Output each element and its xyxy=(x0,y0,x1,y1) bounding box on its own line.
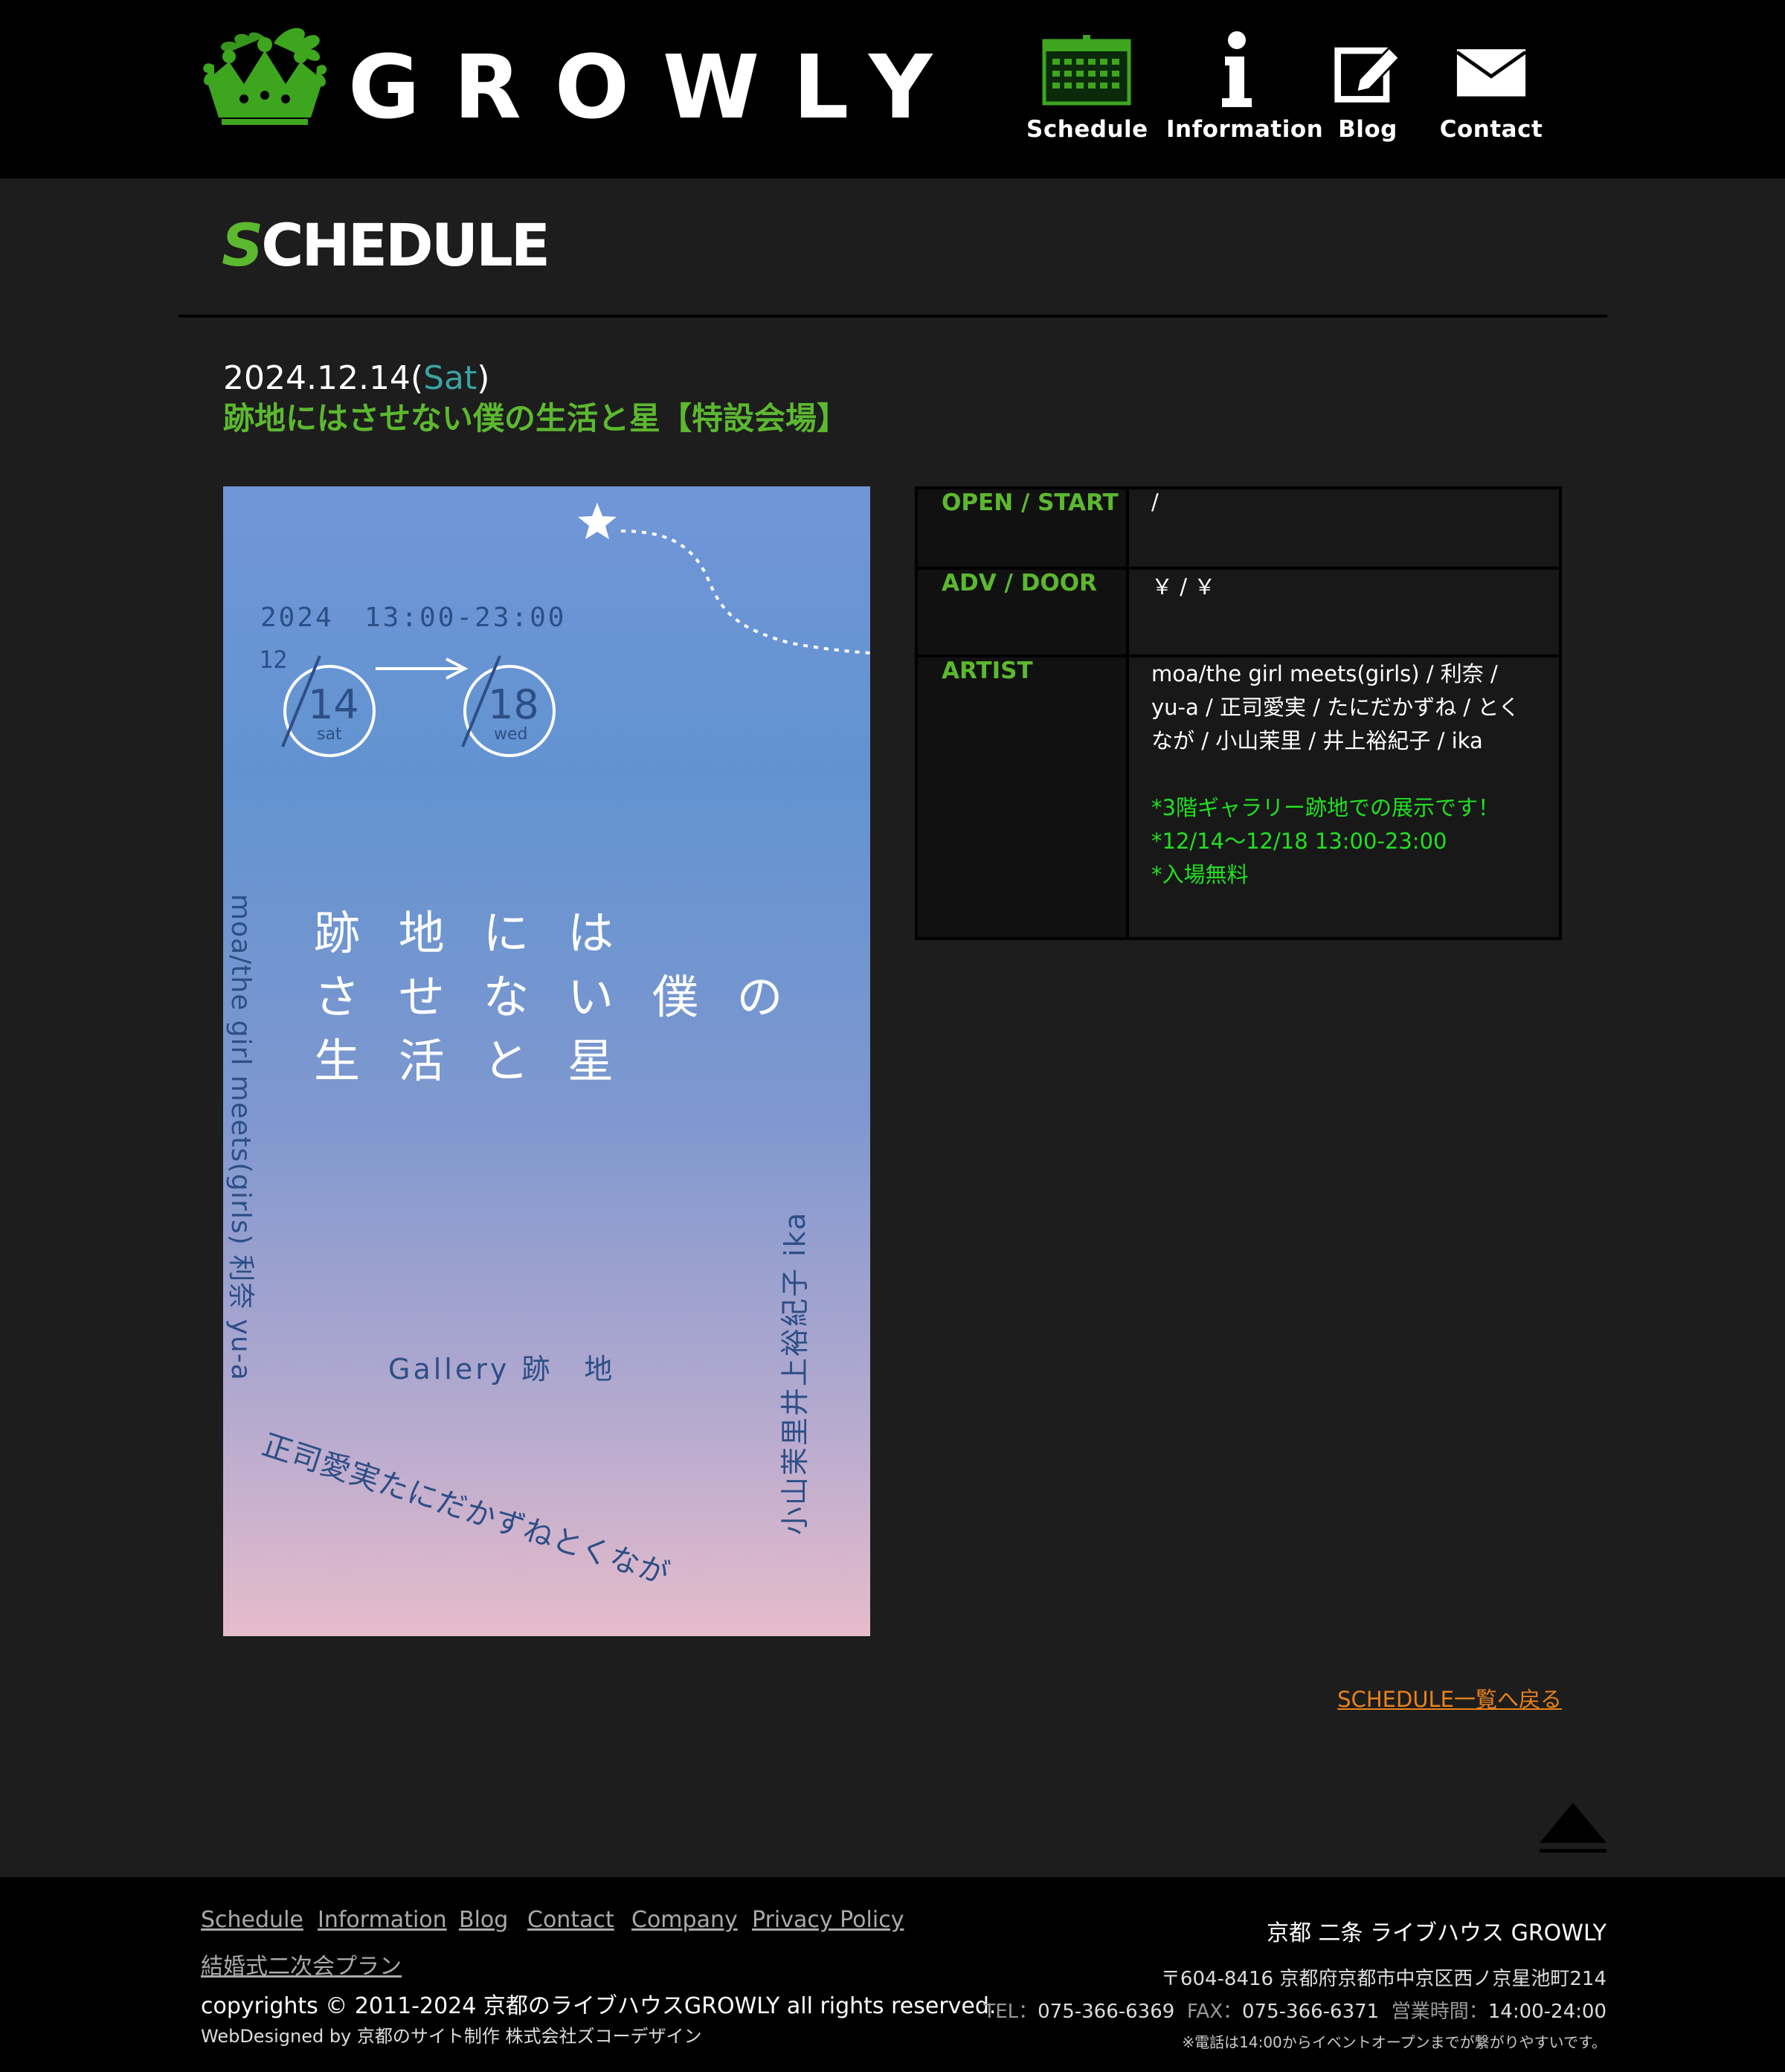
footer-link-information[interactable]: Information xyxy=(318,1907,447,1933)
footer-link-company[interactable]: Company xyxy=(631,1907,738,1933)
flyer-start-dow: sat xyxy=(317,725,342,744)
site-header: GROWLY Schedule Information Blog Contact xyxy=(0,0,1785,178)
venue-contact-line: TEL：075-366-6369 FAX：075-366-6371 営業時間：1… xyxy=(983,1996,1606,2024)
footer-link-contact[interactable]: Contact xyxy=(527,1907,614,1933)
event-day-of-week: Sat xyxy=(423,359,477,397)
nav-blog[interactable]: Blog xyxy=(1327,30,1409,156)
footer-link-schedule[interactable]: Schedule xyxy=(201,1907,303,1933)
fax-label: FAX： xyxy=(1186,2001,1243,2023)
artist-cell: moa/the girl meets(girls) / 利奈 / yu-a / … xyxy=(1126,654,1562,940)
webdesign-credit: WebDesigned by 京都のサイト制作 株式会社ズコーデザイン xyxy=(201,2026,702,2047)
flyer-title-line1: 跡 地 に は xyxy=(314,906,625,960)
pencil-edit-icon xyxy=(1334,46,1401,103)
adv-door-value: ￥ / ￥ xyxy=(1126,567,1562,657)
nav-contact-label: Contact xyxy=(1439,116,1543,143)
flyer-end-dow: wed xyxy=(494,725,528,744)
copyright-text: copyrights © 2011-2024 京都のライブハウスGROWLY a… xyxy=(201,1993,997,2019)
event-date: 2024.12.14(Sat) xyxy=(223,359,490,398)
flyer-dotted-trail xyxy=(620,530,870,654)
back-to-schedule-link[interactable]: SCHEDULE一覧へ戻る xyxy=(1337,1682,1562,1714)
footer-link-blog[interactable]: Blog xyxy=(459,1907,508,1933)
mail-icon xyxy=(1456,49,1527,97)
event-dow-paren-open: ( xyxy=(410,359,424,397)
event-title: 跡地にはさせない僕の生活と星【特設会場】 xyxy=(223,400,849,437)
site-logo[interactable]: GROWLY xyxy=(199,21,932,132)
flyer-artists-bottom: 正司愛実たにだかずねとくなが xyxy=(258,1428,674,1592)
hours-label: 営業時間： xyxy=(1391,2001,1488,2023)
event-info-table: OPEN / START / ADV / DOOR ￥ / ￥ ARTIST m… xyxy=(915,486,1562,940)
event-flyer: 2024 13:00-23:00 12 14 sat 18 wed 跡 地 に … xyxy=(223,486,870,1636)
flyer-title-line3: 生 活 と 星 xyxy=(314,1034,625,1088)
flyer-artists-right: 小山茉里井上裕紀子 ika xyxy=(779,1212,811,1535)
event-note-location: *3階ギャラリー跡地での展示です！ xyxy=(1151,795,1499,820)
tel-label: TEL： xyxy=(983,2001,1038,2023)
event-dow-paren-close: ) xyxy=(477,359,490,397)
logo-wordmark: GROWLY xyxy=(348,36,966,138)
nav-contact[interactable]: Contact xyxy=(1435,30,1547,156)
heading-divider xyxy=(178,315,1607,318)
open-start-label: OPEN / START xyxy=(915,486,1129,570)
flyer-title-line2: さ せ な い 僕 の xyxy=(314,970,795,1024)
artist-value: moa/the girl meets(girls) / 利奈 / yu-a / … xyxy=(1151,661,1520,753)
table-row-artist: ARTIST moa/the girl meets(girls) / 利奈 / … xyxy=(915,654,1562,940)
event-date-value: 2024.12.14 xyxy=(223,359,411,397)
nav-blog-label: Blog xyxy=(1338,116,1398,143)
business-hours: 14:00-24:00 xyxy=(1488,2001,1606,2023)
flyer-end-day: 18 xyxy=(488,681,539,728)
page-title-rest: CHEDULE xyxy=(261,213,550,280)
adv-door-label: ADV / DOOR xyxy=(915,567,1129,657)
site-footer: Schedule Information Blog Contact Compan… xyxy=(0,1877,1785,2072)
event-note-dates: *12/14〜12/18 13:00-23:00 xyxy=(1151,829,1447,854)
flyer-artwork: 2024 13:00-23:00 12 14 sat 18 wed 跡 地 に … xyxy=(225,503,870,1592)
open-start-value: / xyxy=(1126,486,1562,570)
footer-link-wedding-plan[interactable]: 結婚式二次会プラン xyxy=(201,1948,402,1981)
nav-information[interactable]: Information xyxy=(1166,30,1324,156)
phone-note: ※電話は14:00からイベントオープンまでが繋がりやすいです。 xyxy=(1182,2033,1606,2051)
venue-name: 京都 二条 ライブハウス GROWLY xyxy=(1266,1920,1606,1946)
footer-link-privacy[interactable]: Privacy Policy xyxy=(752,1907,904,1933)
event-notes: *3階ギャラリー跡地での展示です！ *12/14〜12/18 13:00-23:… xyxy=(1151,791,1538,892)
flyer-artists-left: moa/the girl meets(girls) 利奈 yu-a xyxy=(225,894,256,1381)
page-title: SCHEDULE xyxy=(222,217,550,275)
flyer-month: 12 xyxy=(259,646,288,674)
crown-icon xyxy=(203,28,327,125)
flyer-gallery: Gallery 跡 地 xyxy=(388,1353,615,1386)
flyer-time: 13:00-23:00 xyxy=(364,602,566,633)
nav-information-label: Information xyxy=(1166,116,1324,143)
nav-schedule[interactable]: Schedule xyxy=(1026,30,1148,156)
page-top-triangle-icon[interactable] xyxy=(1538,1801,1608,1855)
calendar-icon xyxy=(1042,35,1131,106)
tel-number: 075-366-6369 xyxy=(1038,2001,1175,2023)
flyer-star-icon xyxy=(578,503,617,539)
nav-schedule-label: Schedule xyxy=(1026,116,1148,143)
flyer-year: 2024 xyxy=(260,602,334,633)
venue-address: 〒604-8416 京都府京都市中京区西ノ京星池町214 xyxy=(1160,1968,1606,1990)
fax-number: 075-366-6371 xyxy=(1242,2001,1380,2023)
page-title-initial: S xyxy=(222,213,263,280)
event-note-admission: *入場無料 xyxy=(1151,862,1249,887)
table-row-adv: ADV / DOOR ￥ / ￥ xyxy=(915,567,1562,657)
flyer-start-day: 14 xyxy=(308,681,359,728)
table-row-open: OPEN / START / xyxy=(915,486,1562,570)
info-icon xyxy=(1222,31,1252,107)
artist-label: ARTIST xyxy=(915,654,1129,940)
